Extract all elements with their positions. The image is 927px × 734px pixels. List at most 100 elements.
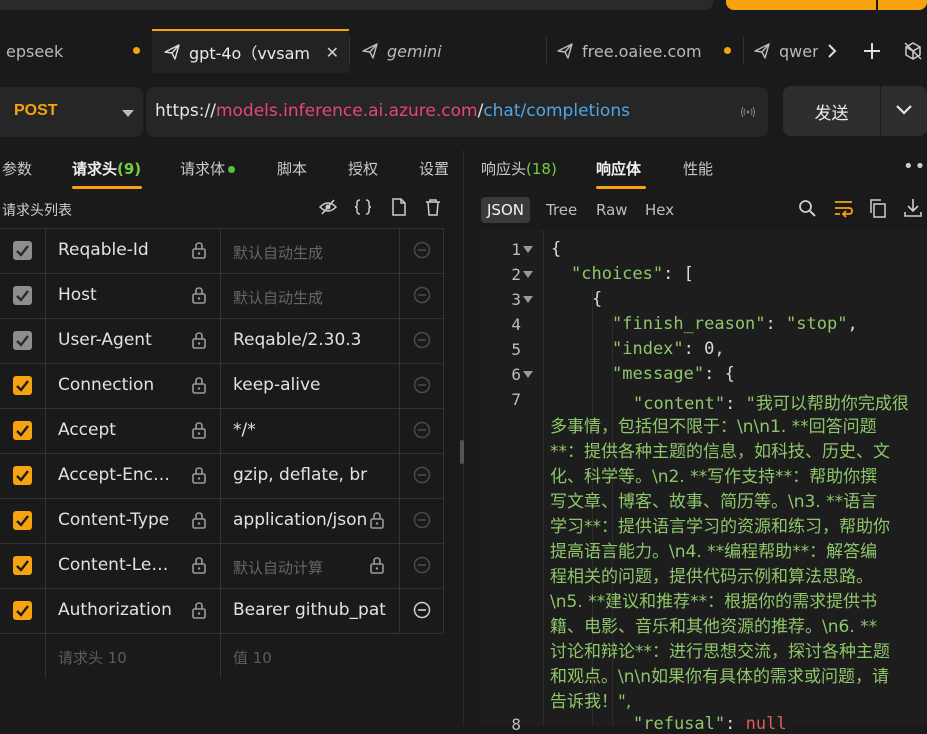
header-row[interactable]: Authorization Bearer github_pat bbox=[0, 588, 443, 633]
lock-icon bbox=[191, 556, 207, 574]
panel-resize-handle[interactable] bbox=[460, 440, 464, 464]
header-name[interactable]: Authorization bbox=[58, 600, 178, 620]
tab-settings[interactable]: 设置 bbox=[419, 158, 449, 179]
header-name[interactable]: Accept bbox=[58, 420, 178, 440]
header-checkbox[interactable] bbox=[13, 331, 32, 350]
fold-caret-icon[interactable] bbox=[523, 246, 533, 253]
top-primary-button-edge[interactable] bbox=[726, 0, 876, 10]
cube-off-icon[interactable] bbox=[903, 41, 923, 61]
header-value[interactable]: 默认自动计算 bbox=[233, 557, 388, 578]
header-row[interactable]: Content-Length 默认自动计算 bbox=[0, 543, 443, 588]
header-row[interactable]: Accept-Encoding gzip, deflate, br bbox=[0, 453, 443, 498]
tab-gpt-4o[interactable]: gpt-4o（vvsam ✕ bbox=[152, 29, 349, 73]
chevron-right-icon[interactable] bbox=[826, 43, 838, 59]
file-icon[interactable] bbox=[390, 198, 408, 216]
copy-icon[interactable] bbox=[869, 199, 887, 218]
header-checkbox[interactable] bbox=[13, 286, 32, 305]
more-options-icon[interactable]: ••• bbox=[903, 156, 927, 177]
send-menu-button[interactable] bbox=[881, 86, 927, 136]
header-checkbox[interactable] bbox=[13, 421, 32, 440]
header-checkbox[interactable] bbox=[13, 466, 32, 485]
header-value[interactable]: 默认自动生成 bbox=[233, 242, 388, 263]
line-number: 2 bbox=[511, 265, 521, 284]
header-value[interactable]: application/json bbox=[233, 510, 388, 530]
format-json[interactable]: JSON bbox=[481, 197, 530, 223]
new-header-name-input[interactable]: 请求头 10 bbox=[58, 647, 178, 668]
fold-caret-icon[interactable] bbox=[523, 296, 533, 303]
eye-off-icon[interactable] bbox=[319, 198, 337, 216]
header-name[interactable]: Content-Length bbox=[58, 555, 178, 575]
download-icon[interactable] bbox=[904, 198, 922, 218]
tab-gemini[interactable]: gemini bbox=[350, 29, 546, 73]
header-name[interactable]: Host bbox=[58, 285, 178, 305]
remove-header-icon[interactable] bbox=[413, 556, 431, 574]
tab-qwen[interactable]: qwen bbox=[744, 29, 818, 73]
header-value[interactable]: gzip, deflate, br bbox=[233, 465, 388, 485]
header-name[interactable]: Content-Type bbox=[58, 510, 178, 530]
header-name[interactable]: Reqable-Id bbox=[58, 240, 178, 260]
lock-icon bbox=[369, 511, 385, 529]
tab-deepseek[interactable]: epseek bbox=[0, 29, 152, 73]
word-wrap-icon[interactable] bbox=[834, 199, 854, 218]
tab-params[interactable]: 参数 bbox=[2, 158, 32, 179]
header-name[interactable]: Connection bbox=[58, 375, 178, 395]
search-icon[interactable] bbox=[798, 199, 817, 218]
broadcast-icon[interactable] bbox=[740, 105, 756, 119]
format-hex[interactable]: Hex bbox=[645, 197, 674, 223]
remove-header-icon[interactable] bbox=[413, 286, 431, 304]
new-header-value-input[interactable]: 值 10 bbox=[233, 647, 388, 668]
top-primary-menu-edge[interactable] bbox=[878, 0, 927, 10]
braces-icon[interactable] bbox=[354, 198, 372, 216]
header-value[interactable]: Bearer github_pat bbox=[233, 600, 388, 620]
header-row[interactable]: Accept */* bbox=[0, 408, 443, 453]
remove-header-icon[interactable] bbox=[413, 376, 431, 394]
header-value[interactable]: Reqable/2.30.3 bbox=[233, 330, 388, 350]
tab-free-oaiee[interactable]: free.oaiee.com bbox=[547, 29, 743, 73]
fold-caret-icon[interactable] bbox=[523, 271, 533, 278]
tab-script[interactable]: 脚本 bbox=[277, 158, 307, 179]
lock-icon bbox=[191, 286, 207, 304]
format-raw[interactable]: Raw bbox=[596, 197, 628, 223]
header-row[interactable]: Connection keep-alive bbox=[0, 363, 443, 408]
tab-request-headers[interactable]: 请求头(9) bbox=[72, 158, 141, 179]
remove-header-icon[interactable] bbox=[413, 421, 431, 439]
send-button[interactable]: 发送 bbox=[783, 86, 880, 136]
header-value[interactable]: */* bbox=[233, 420, 388, 440]
content-string-line: 提高语言能力。\n4. **编程帮助**：解答编 bbox=[550, 542, 878, 562]
lock-icon bbox=[191, 466, 207, 484]
tab-auth[interactable]: 授权 bbox=[348, 158, 378, 179]
tab-request-body[interactable]: 请求体 bbox=[180, 158, 236, 179]
fold-caret-icon[interactable] bbox=[523, 371, 533, 378]
remove-header-icon[interactable] bbox=[413, 241, 431, 259]
header-checkbox[interactable] bbox=[13, 556, 32, 575]
tab-performance[interactable]: 性能 bbox=[683, 158, 713, 179]
header-name[interactable]: Accept-Encoding bbox=[58, 465, 178, 485]
top-input-edge[interactable] bbox=[0, 0, 713, 10]
remove-header-icon[interactable] bbox=[413, 511, 431, 529]
header-row[interactable]: Content-Type application/json bbox=[0, 498, 443, 543]
header-checkbox[interactable] bbox=[13, 601, 32, 620]
format-tree[interactable]: Tree bbox=[546, 197, 577, 223]
header-name[interactable]: User-Agent bbox=[58, 330, 178, 350]
remove-header-icon[interactable] bbox=[413, 601, 431, 619]
method-select[interactable]: POST bbox=[0, 87, 143, 137]
plus-icon[interactable] bbox=[862, 41, 882, 61]
header-row[interactable]: Reqable-Id 默认自动生成 bbox=[0, 228, 443, 273]
tab-response-body[interactable]: 响应体 bbox=[596, 158, 641, 179]
close-tab-icon[interactable]: ✕ bbox=[326, 43, 339, 62]
tab-response-headers[interactable]: 响应头(18) bbox=[481, 158, 557, 179]
header-value[interactable]: 默认自动生成 bbox=[233, 287, 388, 308]
remove-header-icon[interactable] bbox=[413, 331, 431, 349]
new-header-row[interactable]: 请求头 10 值 10 bbox=[0, 633, 443, 678]
header-checkbox[interactable] bbox=[13, 376, 32, 395]
trash-icon[interactable] bbox=[424, 198, 442, 216]
header-value[interactable]: keep-alive bbox=[233, 375, 388, 395]
lock-icon bbox=[191, 241, 207, 259]
header-checkbox[interactable] bbox=[13, 241, 32, 260]
url-input[interactable]: https://models.inference.ai.azure.com/ch… bbox=[146, 87, 768, 137]
content-string-line: **：提供各种主题的信息，如科技、历史、文 bbox=[550, 442, 890, 462]
remove-header-icon[interactable] bbox=[413, 466, 431, 484]
header-row[interactable]: Host 默认自动生成 bbox=[0, 273, 443, 318]
header-row[interactable]: User-Agent Reqable/2.30.3 bbox=[0, 318, 443, 363]
header-checkbox[interactable] bbox=[13, 511, 32, 530]
